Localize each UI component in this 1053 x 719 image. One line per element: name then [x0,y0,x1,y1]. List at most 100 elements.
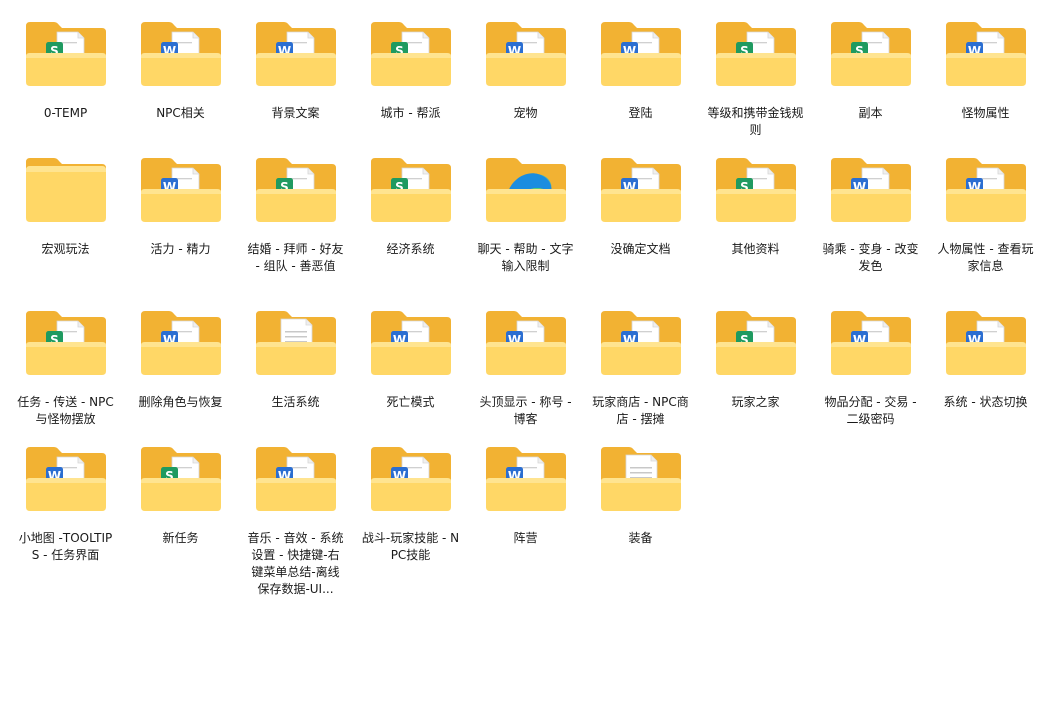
folder-item[interactable]: 装备 [583,445,698,547]
folder-label: 背景文案 [271,106,320,120]
folder-label: 人物属性 - 查看玩家信息 [937,242,1034,273]
folder-icon: W [139,20,223,88]
folder-icon: W [139,309,223,377]
folder-icon: W [254,20,338,88]
folder-icon: S [829,20,913,88]
folder-label: 经济系统 [386,242,435,256]
folder-item[interactable]: S 等级和携带金钱规则 [698,20,813,139]
folder-icon: W [484,309,568,377]
folder-item[interactable]: S 其他资料 [698,156,813,258]
folder-icon: S [714,20,798,88]
folder-label: 战斗-玩家技能 - NPC技能 [361,531,460,562]
folder-item[interactable]: W 怪物属性 [928,20,1043,122]
folder-label: 聊天 - 帮助 - 文字输入限制 [477,242,574,273]
folder-item[interactable]: 宏观玩法 [8,156,123,258]
folder-label: 登陆 [628,106,653,120]
folder-item[interactable]: W 删除角色与恢复 [123,309,238,411]
folder-icon: W [599,156,683,224]
folder-item[interactable]: S 任务 - 传送 - NPC与怪物摆放 [8,309,123,428]
folder-item[interactable]: S 经济系统 [353,156,468,258]
folder-item[interactable]: W 骑乘 - 变身 - 改变发色 [813,156,928,275]
folder-icon: W [484,445,568,513]
folder-item[interactable]: W 死亡模式 [353,309,468,411]
folder-label: 物品分配 - 交易 - 二级密码 [824,395,917,426]
folder-item[interactable]: 聊天 - 帮助 - 文字输入限制 [468,156,583,275]
folder-item[interactable]: S 结婚 - 拜师 - 好友 - 组队 - 善恶值 [238,156,353,275]
folder-item[interactable]: W 宠物 [468,20,583,122]
folder-icon: S [714,156,798,224]
folder-label: 怪物属性 [961,106,1010,120]
folder-item[interactable]: W 没确定文档 [583,156,698,258]
folder-icon: W [944,156,1028,224]
folder-label: 城市 - 帮派 [380,106,441,120]
folder-icon: S [254,156,338,224]
folder-label: NPC相关 [156,106,205,120]
folder-label: 头顶显示 - 称号 - 博客 [479,395,572,426]
folder-label: 骑乘 - 变身 - 改变发色 [822,242,919,273]
folder-icon [599,445,683,513]
folder-icon: W [254,445,338,513]
folder-label: 任务 - 传送 - NPC与怪物摆放 [17,395,114,426]
folder-item[interactable]: W 背景文案 [238,20,353,122]
folder-item[interactable]: S 0-TEMP [8,20,123,122]
folder-label: 系统 - 状态切换 [943,395,1028,409]
folder-icon: W [944,309,1028,377]
folder-item[interactable]: W NPC相关 [123,20,238,122]
folder-label: 装备 [628,531,653,545]
folder-icon: W [369,309,453,377]
folder-label: 死亡模式 [386,395,435,409]
folder-icon: W [829,156,913,224]
folder-icon: W [139,156,223,224]
folder-label: 等级和携带金钱规则 [707,106,804,137]
folder-item[interactable]: S 副本 [813,20,928,122]
folder-label: 宏观玩法 [41,242,90,256]
folder-icon [24,156,108,224]
folder-item[interactable]: S 城市 - 帮派 [353,20,468,122]
folder-icon [254,309,338,377]
folder-icon: S [369,20,453,88]
folder-item[interactable]: W 活力 - 精力 [123,156,238,258]
folder-item[interactable]: S 玩家之家 [698,309,813,411]
folder-item[interactable]: W 头顶显示 - 称号 - 博客 [468,309,583,428]
folder-icon: S [369,156,453,224]
folder-icon [484,156,568,224]
folder-item[interactable]: W 物品分配 - 交易 - 二级密码 [813,309,928,428]
folder-icon: S [24,20,108,88]
folder-icon: S [24,309,108,377]
folder-item[interactable]: W 音乐 - 音效 - 系统设置 - 快捷键-右键菜单总结-离线保存数据-UI.… [238,445,353,598]
folder-label: 0-TEMP [43,106,88,120]
folder-label: 生活系统 [271,395,320,409]
folder-icon: W [599,309,683,377]
folder-item[interactable]: W 阵营 [468,445,583,547]
folder-icon: W [369,445,453,513]
folder-icon: S [139,445,223,513]
folder-icon: W [484,20,568,88]
file-explorer-grid: S 0-TEMP W NPC相关 W 背景文案 S 城市 - 帮派 W 宠物 W… [0,0,1053,719]
folder-item[interactable]: W 登陆 [583,20,698,122]
folder-label: 新任务 [162,531,199,545]
folder-icon: W [829,309,913,377]
folder-icon: S [714,309,798,377]
folder-icon: W [944,20,1028,88]
folder-label: 活力 - 精力 [150,242,211,256]
folder-label: 音乐 - 音效 - 系统设置 - 快捷键-右键菜单总结-离线保存数据-UI... [247,531,344,596]
folder-item[interactable]: S 新任务 [123,445,238,547]
folder-item[interactable]: W 小地图 -TOOLTIPS - 任务界面 [8,445,123,564]
folder-label: 没确定文档 [610,242,671,256]
folder-label: 其他资料 [731,242,780,256]
folder-icon: W [599,20,683,88]
folder-item[interactable]: 生活系统 [238,309,353,411]
folder-icon: W [24,445,108,513]
folder-label: 结婚 - 拜师 - 好友 - 组队 - 善恶值 [247,242,344,273]
folder-item[interactable]: W 人物属性 - 查看玩家信息 [928,156,1043,275]
folder-item[interactable]: W 系统 - 状态切换 [928,309,1043,411]
folder-item[interactable]: W 战斗-玩家技能 - NPC技能 [353,445,468,564]
folder-label: 删除角色与恢复 [138,395,223,409]
folder-label: 玩家商店 - NPC商店 - 摆摊 [592,395,689,426]
folder-item[interactable]: W 玩家商店 - NPC商店 - 摆摊 [583,309,698,428]
folder-label: 玩家之家 [731,395,780,409]
folder-label: 小地图 -TOOLTIPS - 任务界面 [18,531,113,562]
folder-label: 宠物 [513,106,538,120]
folder-label: 阵营 [513,531,538,545]
folder-label: 副本 [858,106,883,120]
